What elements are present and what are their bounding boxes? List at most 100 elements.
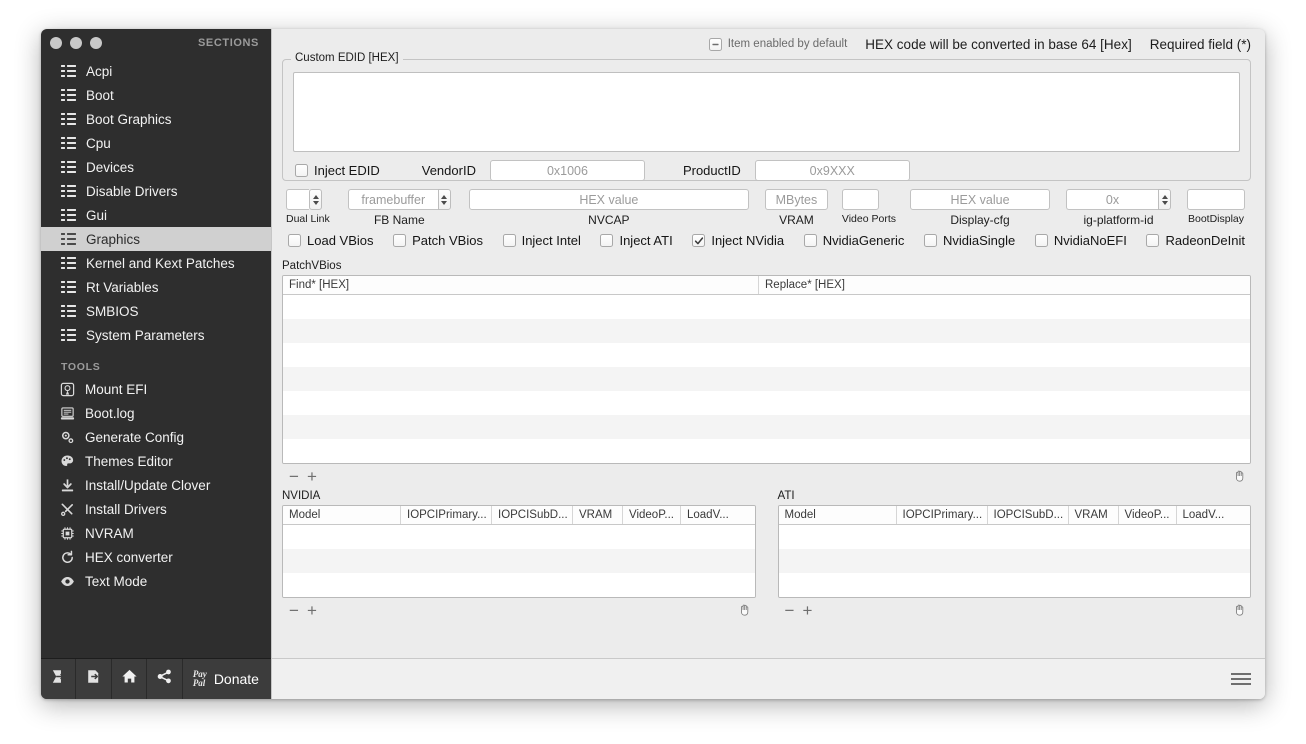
nvidia-noefi-checkbox[interactable]	[1034, 234, 1048, 247]
remove-patch-vbios-row-button[interactable]: −	[289, 468, 299, 485]
remove-nvidia-row-button[interactable]: −	[289, 602, 299, 619]
sidebar-item-smbios[interactable]: SMBIOS	[41, 299, 271, 323]
sidebar-item-mount-efi[interactable]: Mount EFI	[41, 377, 271, 401]
ig-platform-id-stepper[interactable]	[1158, 189, 1171, 210]
column-header-iopcisubdevice[interactable]: IOPCISubD...	[492, 506, 573, 524]
nvidia-noefi-checkbox-item[interactable]: NvidiaNoEFI	[1034, 233, 1127, 248]
table-row[interactable]	[778, 549, 1250, 573]
inject-edid-checkbox[interactable]	[295, 164, 308, 177]
export-config-button[interactable]	[76, 658, 112, 699]
vendor-id-input[interactable]: 0x1006	[489, 160, 645, 181]
add-ati-row-button[interactable]: +	[802, 602, 812, 619]
table-row[interactable]	[283, 525, 755, 549]
table-row[interactable]	[283, 295, 1250, 319]
table-row[interactable]	[283, 343, 1250, 367]
sidebar-item-boot-log[interactable]: Boot.log	[41, 401, 271, 425]
sidebar-item-rt-variables[interactable]: Rt Variables	[41, 275, 271, 299]
zoom-icon[interactable]	[90, 37, 102, 49]
product-id-input[interactable]: 0x9XXX	[754, 160, 910, 181]
sidebar-item-nvram[interactable]: NVRAM	[41, 521, 271, 545]
sidebar-item-install-drivers[interactable]: Install Drivers	[41, 497, 271, 521]
patch-vbios-checkbox-item[interactable]: Patch VBios	[393, 233, 483, 248]
column-header-model[interactable]: Model	[283, 506, 401, 524]
sidebar-item-gui[interactable]: Gui	[41, 203, 271, 227]
close-icon[interactable]	[50, 37, 62, 49]
minimize-icon[interactable]	[70, 37, 82, 49]
inject-ati-checkbox[interactable]	[600, 234, 614, 247]
vram-input[interactable]: MBytes	[764, 189, 828, 210]
custom-edid-textarea[interactable]	[293, 72, 1240, 152]
sidebar-item-text-mode[interactable]: Text Mode	[41, 569, 271, 593]
column-header-vram[interactable]: VRAM	[573, 506, 623, 524]
nvcap-input[interactable]: HEX value	[468, 189, 749, 210]
sidebar-item-acpi[interactable]: Acpi	[41, 59, 271, 83]
nvidia-single-checkbox-item[interactable]: NvidiaSingle	[923, 233, 1015, 248]
patch-vbios-checkbox[interactable]	[393, 234, 407, 247]
radeon-deinit-checkbox[interactable]	[1146, 234, 1160, 247]
table-row[interactable]	[283, 319, 1250, 343]
inject-intel-checkbox-item[interactable]: Inject Intel	[502, 233, 581, 248]
sidebar-item-devices[interactable]: Devices	[41, 155, 271, 179]
hand-icon[interactable]	[1233, 469, 1247, 483]
column-header-videoports[interactable]: VideoP...	[1119, 506, 1177, 524]
nvidia-single-checkbox[interactable]	[923, 234, 937, 247]
load-vbios-checkbox[interactable]	[288, 234, 301, 247]
nvidia-generic-checkbox[interactable]	[803, 234, 817, 247]
dual-link-stepper[interactable]	[309, 189, 322, 210]
sidebar-item-kernel-and-kext-patches[interactable]: Kernel and Kext Patches	[41, 251, 271, 275]
sidebar-item-hex-converter[interactable]: HEX converter	[41, 545, 271, 569]
load-vbios-checkbox-item[interactable]: Load VBios	[288, 233, 374, 248]
table-row[interactable]	[283, 439, 1250, 463]
table-row[interactable]	[283, 391, 1250, 415]
sidebar-item-disable-drivers[interactable]: Disable Drivers	[41, 179, 271, 203]
sidebar-item-system-parameters[interactable]: System Parameters	[41, 323, 271, 347]
add-patch-vbios-row-button[interactable]: +	[307, 468, 317, 485]
column-header-model[interactable]: Model	[779, 506, 897, 524]
table-row[interactable]	[283, 367, 1250, 391]
column-header-iopciprimary[interactable]: IOPCIPrimary...	[401, 506, 492, 524]
column-header-replace[interactable]: Replace* [HEX]	[759, 276, 1250, 294]
hand-icon[interactable]	[1233, 603, 1247, 617]
boot-display-input[interactable]	[1187, 189, 1245, 210]
dual-link-input[interactable]	[286, 189, 309, 210]
column-header-iopciprimary[interactable]: IOPCIPrimary...	[897, 506, 988, 524]
table-row[interactable]	[283, 573, 755, 597]
column-header-videoports[interactable]: VideoP...	[623, 506, 681, 524]
inject-ati-checkbox-item[interactable]: Inject ATI	[600, 233, 673, 248]
add-nvidia-row-button[interactable]: +	[307, 602, 317, 619]
sidebar-item-boot[interactable]: Boot	[41, 83, 271, 107]
column-header-vram[interactable]: VRAM	[1069, 506, 1119, 524]
column-header-find[interactable]: Find* [HEX]	[283, 276, 759, 294]
sidebar-item-themes-editor[interactable]: Themes Editor	[41, 449, 271, 473]
table-row[interactable]	[283, 549, 755, 573]
import-config-button[interactable]	[41, 658, 77, 699]
table-row[interactable]	[778, 525, 1250, 549]
sidebar-item-cpu[interactable]: Cpu	[41, 131, 271, 155]
sidebar-item-generate-config[interactable]: Generate Config	[41, 425, 271, 449]
column-header-loadvbios[interactable]: LoadV...	[681, 506, 755, 524]
table-row[interactable]	[283, 415, 1250, 439]
inject-nvidia-checkbox-item[interactable]: Inject NVidia	[692, 233, 784, 248]
remove-ati-row-button[interactable]: −	[785, 602, 795, 619]
donate-button[interactable]: Pay Pal Donate	[183, 659, 271, 700]
inject-edid-checkbox-label[interactable]: Inject EDID	[295, 163, 380, 178]
ig-platform-id-input[interactable]: 0x	[1066, 189, 1158, 210]
fb-name-stepper[interactable]	[437, 189, 451, 210]
hamburger-icon[interactable]	[1231, 673, 1251, 685]
table-row[interactable]	[778, 573, 1250, 597]
inject-intel-checkbox[interactable]	[502, 234, 516, 247]
column-header-iopcisubdevice[interactable]: IOPCISubD...	[988, 506, 1069, 524]
sidebar-item-install-update-clover[interactable]: Install/Update Clover	[41, 473, 271, 497]
video-ports-input[interactable]	[841, 189, 879, 210]
display-cfg-input[interactable]: HEX value	[910, 189, 1050, 210]
share-button[interactable]	[147, 658, 183, 699]
nvidia-generic-checkbox-item[interactable]: NvidiaGeneric	[803, 233, 904, 248]
sidebar-item-boot-graphics[interactable]: Boot Graphics	[41, 107, 271, 131]
radeon-deinit-checkbox-item[interactable]: RadeonDeInit	[1146, 233, 1245, 248]
column-header-loadvbios[interactable]: LoadV...	[1177, 506, 1251, 524]
sidebar-item-graphics[interactable]: Graphics	[41, 227, 271, 251]
inject-nvidia-checkbox[interactable]	[692, 234, 706, 247]
home-button[interactable]	[112, 658, 148, 699]
hand-icon[interactable]	[738, 603, 752, 617]
fb-name-input[interactable]: framebuffer	[347, 189, 438, 210]
